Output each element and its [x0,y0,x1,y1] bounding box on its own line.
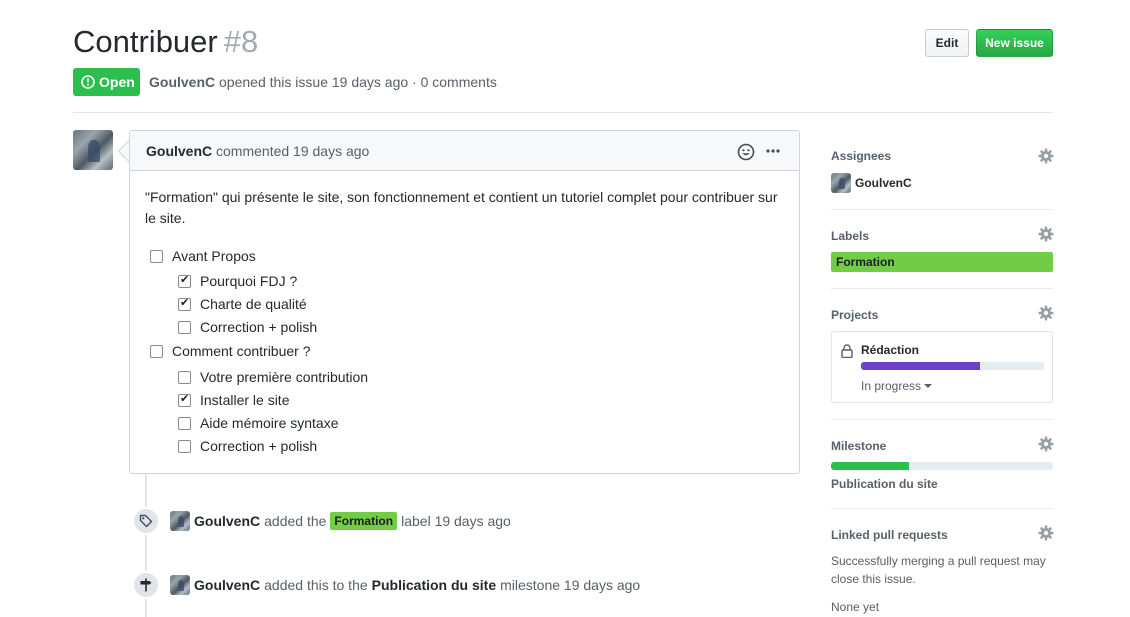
task-checkbox[interactable] [178,320,191,334]
header-divider [73,112,1053,113]
comment-meta: GoulvenC commented 19 days ago [146,143,369,159]
task-item: Installer le site [178,392,289,408]
task-checkbox[interactable] [178,296,191,311]
issue-opened-icon [81,75,95,89]
issue-author-link[interactable]: GoulvenC [149,74,215,90]
event-text: added the [264,513,327,529]
label-event: GoulvenC added the Formation label 19 da… [170,511,511,531]
event-text: added this to the [264,577,368,593]
task-checkbox[interactable] [178,439,191,453]
task-item: Comment contribuer ? [150,343,311,359]
task-checkbox[interactable] [150,344,163,358]
task-label: Aide mémoire syntaxe [200,415,339,431]
sidebar-divider [831,288,1053,289]
task-item: Votre première contribution [178,369,368,385]
task-item: Correction + polish [178,438,317,454]
task-checkbox[interactable] [150,249,163,263]
task-label: Avant Propos [172,248,256,264]
linked-prs-empty: None yet [831,600,880,614]
milestone-title[interactable]: Milestone [831,439,886,453]
comment-author-link[interactable]: GoulvenC [146,143,212,159]
comment-box: GoulvenC commented 19 days ago "Formatio… [129,130,800,474]
gear-icon[interactable] [1038,305,1054,321]
issue-number: #8 [223,24,259,59]
task-label: Correction + polish [200,438,318,454]
task-label: Votre première contribution [200,369,369,385]
projects-title[interactable]: Projects [831,308,878,322]
status-label: Open [99,74,135,90]
project-name[interactable]: Rédaction [861,343,919,357]
comment-header: GoulvenC commented 19 days ago [130,131,799,171]
gear-icon[interactable] [1038,226,1054,242]
task-item: Correction + polish [178,319,317,335]
milestone-name[interactable]: Publication du site [831,477,938,491]
event-actor-link[interactable]: GoulvenC [194,513,260,529]
gear-icon[interactable] [1038,436,1054,452]
sidebar-divider [831,209,1053,210]
linked-prs-description: Successfully merging a pull request may … [831,554,1046,586]
task-checkbox[interactable] [178,370,191,384]
task-item: Pourquoi FDJ ? [178,273,297,289]
labels-title[interactable]: Labels [831,229,869,243]
task-label: Comment contribuer ? [172,343,311,359]
milestone-event: GoulvenC added this to the Publication d… [170,575,640,595]
task-checkbox[interactable] [178,416,191,430]
milestone-progress-bar [831,462,1053,470]
project-progress-bar [861,362,1044,370]
add-reaction-icon[interactable] [737,143,755,161]
event-text: label 19 days ago [401,513,511,529]
issue-meta: GoulvenC opened this issue 19 days ago ·… [149,74,497,90]
issue-meta-text: opened this issue 19 days ago · 0 commen… [219,74,497,90]
task-checkbox[interactable] [178,392,191,407]
assignee[interactable]: GoulvenC [831,173,912,193]
avatar[interactable] [831,173,851,193]
milestone-progress-fill [831,462,909,470]
gear-icon[interactable] [1038,525,1054,541]
project-status[interactable]: In progress [861,379,921,393]
task-item: Avant Propos [150,248,256,264]
linked-prs-title[interactable]: Linked pull requests [831,528,948,542]
event-actor-link[interactable]: GoulvenC [194,577,260,593]
assignees-title[interactable]: Assignees [831,149,891,163]
tag-icon [132,507,160,535]
sidebar-divider [831,419,1053,420]
avatar[interactable] [73,130,113,170]
issue-title-text: Contribuer [73,24,218,59]
event-text: milestone 19 days ago [500,577,641,593]
milestone-icon [132,571,160,599]
comment-body: "Formation" qui présente le site, son fo… [145,189,778,226]
assignee-name[interactable]: GoulvenC [855,176,912,190]
gear-icon[interactable] [1038,148,1054,164]
label-badge[interactable]: Formation [831,252,1053,272]
project-progress-fill [861,362,980,370]
task-label: Correction + polish [200,319,318,335]
project-status-dropdown[interactable]: In progress [861,379,933,393]
task-item: Aide mémoire syntaxe [178,415,339,431]
edit-button[interactable]: Edit [925,29,969,57]
comment-time[interactable]: commented 19 days ago [216,143,369,159]
task-label: Pourquoi FDJ ? [200,273,298,289]
milestone-link[interactable]: Publication du site [372,577,496,593]
sidebar-divider [831,508,1053,509]
task-label: Charte de qualité [200,296,307,312]
lock-icon [841,344,853,358]
label-badge[interactable]: Formation [330,512,398,530]
status-badge: Open [73,68,140,96]
project-card: Rédaction In progress [831,331,1053,403]
task-item: Charte de qualité [178,296,307,312]
caret-down-icon [924,384,933,388]
avatar[interactable] [170,511,190,531]
task-checkbox[interactable] [178,273,191,288]
issue-title: Contribuer #8 [73,24,258,60]
task-label: Installer le site [200,392,290,408]
avatar[interactable] [170,575,190,595]
more-options-icon[interactable] [765,143,781,159]
new-issue-button[interactable]: New issue [976,29,1053,57]
